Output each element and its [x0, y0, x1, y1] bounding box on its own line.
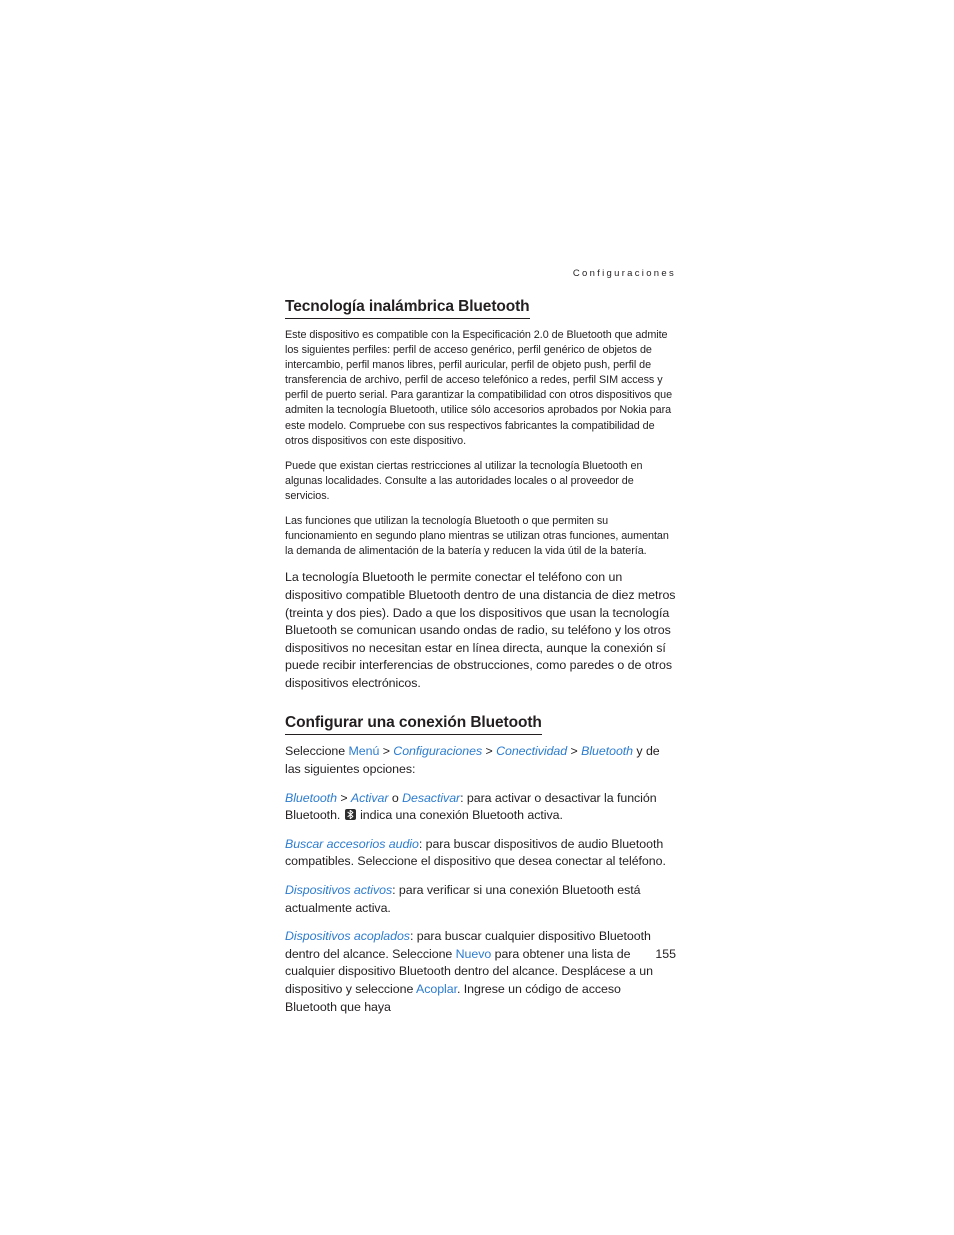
page-number: 155: [655, 947, 676, 961]
option-term-bluetooth[interactable]: Bluetooth: [285, 791, 337, 805]
menu-item-configuraciones[interactable]: Configuraciones: [393, 744, 482, 758]
page-title: Tecnología inalámbrica Bluetooth: [285, 297, 676, 319]
option-buscar-accesorios-audio: Buscar accesorios audio: para buscar dis…: [285, 836, 676, 871]
paragraph-bluetooth-spec: Este dispositivo es compatible con la Es…: [285, 329, 673, 447]
menu-item-bluetooth[interactable]: Bluetooth: [581, 744, 633, 758]
page-title-text: Tecnología inalámbrica Bluetooth: [285, 297, 530, 319]
running-header: Configuraciones: [572, 268, 676, 279]
option-conjunction: o: [388, 790, 403, 805]
paragraph-battery: Las funciones que utilizan la tecnología…: [285, 515, 669, 558]
menu-path-separator: >: [379, 744, 394, 759]
section-heading-setup-text: Configurar una conexión Bluetooth: [285, 713, 542, 736]
option-bluetooth-description-after: indica una conexión Bluetooth activa.: [356, 808, 563, 823]
option-term-dispositivos-acoplados[interactable]: Dispositivos acoplados: [285, 929, 410, 943]
menu-item-menu[interactable]: Menú: [349, 744, 380, 758]
document-page: Configuraciones Tecnología inalámbrica B…: [0, 0, 954, 1235]
option-dispositivos-activos: Dispositivos activos: para verificar si …: [285, 882, 676, 917]
menu-path-separator: >: [482, 744, 497, 759]
paragraph-restrictions: Puede que existan ciertas restricciones …: [285, 459, 643, 502]
bluetooth-icon: [344, 809, 356, 821]
page-content: Configuraciones Tecnología inalámbrica B…: [285, 268, 676, 1027]
option-dispositivos-acoplados: Dispositivos acoplados: para buscar cual…: [285, 928, 676, 1016]
option-bluetooth: Bluetooth > Activar o Desactivar: para a…: [285, 790, 676, 825]
menu-item-conectividad[interactable]: Conectividad: [496, 744, 567, 758]
paragraph-range: La tecnología Bluetooth le permite conec…: [285, 570, 676, 690]
menu-path-separator: >: [567, 744, 582, 759]
paragraph-menu-path: Seleccione Menú > Configuraciones > Cone…: [285, 743, 676, 778]
option-term-dispositivos-activos[interactable]: Dispositivos activos: [285, 883, 392, 897]
option-value-desactivar[interactable]: Desactivar: [402, 791, 460, 805]
menu-path-intro: Seleccione: [285, 744, 349, 759]
section-heading-setup: Configurar una conexión Bluetooth: [285, 713, 676, 736]
option-value-activar[interactable]: Activar: [351, 791, 389, 805]
option-separator: >: [336, 790, 351, 805]
command-acoplar[interactable]: Acoplar: [416, 982, 457, 996]
option-term-buscar-accesorios-audio[interactable]: Buscar accesorios audio: [285, 837, 419, 851]
